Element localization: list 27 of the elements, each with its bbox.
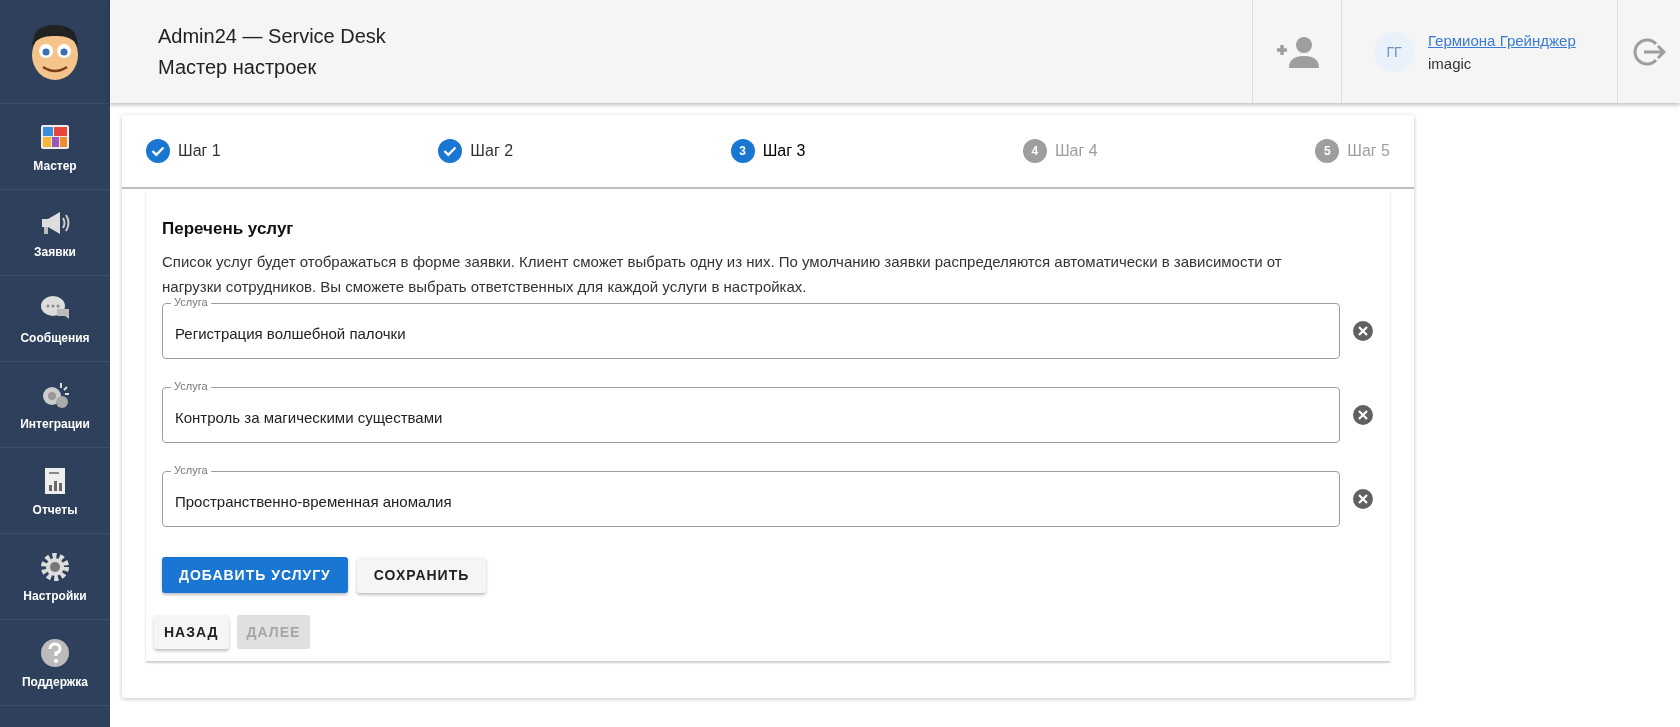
remove-icon[interactable] (1352, 320, 1374, 342)
step-number: 3 (730, 139, 755, 163)
section-description: Список услуг будет отображаться в форме заявки. Клиент сможет выбрать одну из них. По умолчанию заявки распределяются автоматически в зависимости от нагрузки сотрудников. Вы сможете выбрать ответственных для каждой услуги в настройках. (162, 252, 1283, 297)
sidebar-item[interactable]: Мастер (0, 104, 110, 190)
step-label: Шаг 1 (178, 142, 221, 160)
app-title: Admin24 — Service Desk (158, 24, 387, 48)
step-label: Шаг 3 (762, 142, 806, 160)
step-label: Шаг 4 (1054, 142, 1098, 160)
field-label: Услуга (171, 464, 211, 477)
section-title: Перечень услуг (162, 219, 295, 239)
step-number: 4 (1022, 139, 1047, 163)
settings-icon (39, 550, 71, 583)
step-number: 5 (1315, 139, 1340, 163)
step-label: Шаг 2 (470, 142, 514, 160)
user-name-link[interactable]: Гермиона Грейнджер (1428, 31, 1576, 49)
back-button[interactable]: НАЗАД (154, 615, 229, 649)
add-service-button[interactable]: ДОБАВИТЬ УСЛУГУ (162, 557, 348, 593)
help-icon (39, 636, 71, 669)
field-label: Услуга (171, 296, 211, 309)
user-login: imagic (1428, 54, 1473, 72)
remove-icon[interactable] (1352, 488, 1374, 510)
field-label: Услуга (171, 380, 211, 393)
page-title: Мастер настроек (158, 55, 318, 79)
user-avatar: ГГ (1374, 31, 1414, 72)
step-label: Шаг 5 (1347, 142, 1390, 160)
remove-icon[interactable] (1352, 404, 1374, 426)
save-button[interactable]: СОХРАНИТЬ (356, 557, 487, 593)
